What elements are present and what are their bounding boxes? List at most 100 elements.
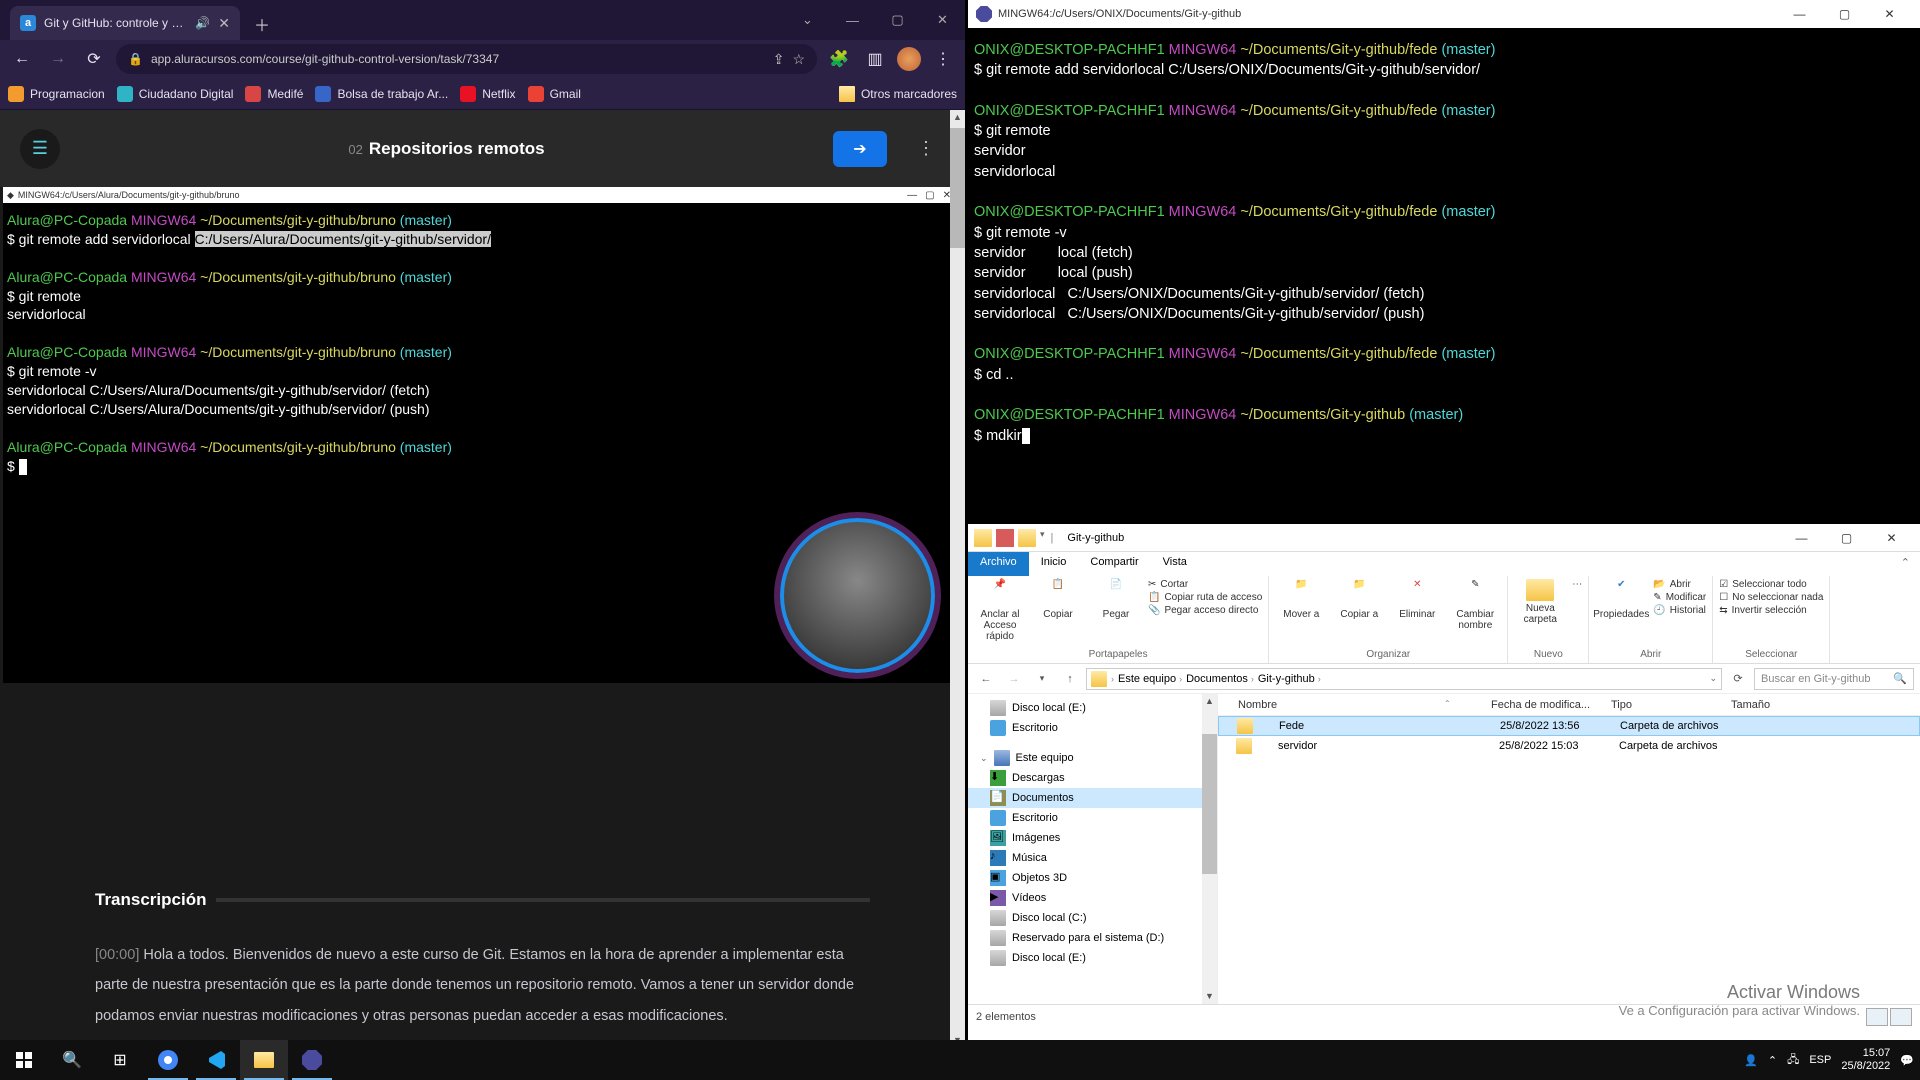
edit-button[interactable]: ✎Modificar xyxy=(1653,592,1706,603)
explorer-search[interactable]: Buscar en Git-y-github 🔍 xyxy=(1754,668,1914,690)
language-indicator[interactable]: ESP xyxy=(1809,1054,1831,1066)
path-bar[interactable]: › Este equipo› Documentos› Git-y-github›… xyxy=(1086,668,1722,690)
close-button[interactable]: ✕ xyxy=(1869,524,1914,552)
scrollbar-thumb[interactable] xyxy=(950,128,965,248)
clock[interactable]: 15:07 25/8/2022 xyxy=(1841,1047,1890,1073)
tree-scrollbar[interactable]: ▲ ▼ xyxy=(1202,694,1217,1004)
col-type[interactable]: Tipo xyxy=(1603,699,1723,711)
reload-button[interactable]: ⟳ xyxy=(80,45,108,73)
qat-dropdown-icon[interactable]: ▾ xyxy=(1040,529,1045,547)
mute-icon[interactable]: 🔊 xyxy=(195,16,210,30)
properties-icon[interactable] xyxy=(996,529,1014,547)
address-bar[interactable]: 🔒 app.aluracursos.com/course/git-github-… xyxy=(116,44,817,74)
close-button[interactable]: ✕ xyxy=(1867,0,1912,28)
tree-item-this-pc[interactable]: ⌄Este equipo xyxy=(968,748,1217,768)
explorer-taskbar-icon[interactable] xyxy=(240,1040,288,1080)
course-menu-button[interactable]: ☰ xyxy=(20,129,60,169)
tab-archivo[interactable]: Archivo xyxy=(968,552,1029,576)
share-icon[interactable]: ⇪ xyxy=(773,51,785,68)
tree-item-desktop2[interactable]: Escritorio xyxy=(968,808,1217,828)
tab-vista[interactable]: Vista xyxy=(1151,552,1199,576)
reading-list-icon[interactable]: ▥ xyxy=(861,45,889,73)
other-bookmarks[interactable]: Otros marcadores xyxy=(839,86,957,102)
forward-button[interactable]: → xyxy=(44,45,72,73)
profile-avatar[interactable] xyxy=(897,47,921,71)
tree-item-disk-e[interactable]: Disco local (E:) xyxy=(968,698,1217,718)
minimize-button[interactable]: ― xyxy=(1779,524,1824,552)
bookmark-gmail[interactable]: Gmail xyxy=(528,86,581,102)
delete-button[interactable]: ✕Eliminar xyxy=(1391,579,1443,620)
forward-button[interactable]: → xyxy=(1002,667,1026,691)
back-button[interactable]: ← xyxy=(8,45,36,73)
bookmark-ciudadano-digital[interactable]: Ciudadano Digital xyxy=(117,86,234,102)
path-segment[interactable]: Git-y-github› xyxy=(1258,673,1321,685)
pin-button[interactable]: 📌Anclar al Acceso rápido xyxy=(974,579,1026,642)
select-all-button[interactable]: ☑Seleccionar todo xyxy=(1719,579,1823,590)
move-to-button[interactable]: 📁Mover a xyxy=(1275,579,1327,620)
paste-button[interactable]: 📄Pegar xyxy=(1090,579,1142,620)
col-date[interactable]: Fecha de modifica... xyxy=(1483,699,1603,711)
close-button[interactable]: ✕ xyxy=(920,5,965,35)
col-size[interactable]: Tamaño xyxy=(1723,699,1803,711)
new-tab-button[interactable]: ＋ xyxy=(248,10,276,38)
scroll-up-icon[interactable]: ▲ xyxy=(950,110,965,125)
maximize-button[interactable]: ▢ xyxy=(1824,524,1869,552)
minimize-button[interactable]: ― xyxy=(830,5,875,35)
maximize-icon[interactable]: ▢ xyxy=(925,190,934,201)
star-icon[interactable]: ☆ xyxy=(792,51,805,68)
maximize-button[interactable]: ▢ xyxy=(875,5,920,35)
extensions-icon[interactable]: 🧩 xyxy=(825,45,853,73)
tree-item-documents[interactable]: 📄Documentos xyxy=(968,788,1217,808)
invert-selection-button[interactable]: ⇆Invertir selección xyxy=(1719,605,1823,616)
file-row-servidor[interactable]: servidor 25/8/2022 15:03 Carpeta de arch… xyxy=(1218,736,1920,756)
scroll-down-icon[interactable]: ▼ xyxy=(1202,989,1217,1004)
path-segment[interactable]: Este equipo› xyxy=(1118,673,1182,685)
back-button[interactable]: ← xyxy=(974,667,998,691)
column-headers[interactable]: Nombre ⌃ Fecha de modifica... Tipo Tamañ… xyxy=(1218,694,1920,716)
tree-item-desktop[interactable]: Escritorio xyxy=(968,718,1217,738)
system-tray[interactable]: 👤 ⌃ 🖧 ESP 15:07 25/8/2022 💬 xyxy=(1744,1047,1920,1073)
refresh-button[interactable]: ⟳ xyxy=(1726,667,1750,691)
path-dropdown-icon[interactable]: ⌄ xyxy=(1709,673,1717,684)
tree-item-videos[interactable]: ▶Vídeos xyxy=(968,888,1217,908)
tree-item-disk-d[interactable]: Reservado para el sistema (D:) xyxy=(968,928,1217,948)
icons-view-button[interactable] xyxy=(1890,1008,1912,1026)
select-none-button[interactable]: ☐No seleccionar nada xyxy=(1719,592,1823,603)
tree-item-3d[interactable]: ▣Objetos 3D xyxy=(968,868,1217,888)
copy-path-button[interactable]: 📋Copiar ruta de acceso xyxy=(1148,592,1262,603)
start-button[interactable] xyxy=(0,1040,48,1080)
menu-icon[interactable]: ⋮ xyxy=(929,45,957,73)
tree-item-disk-c[interactable]: Disco local (C:) xyxy=(968,908,1217,928)
minimize-button[interactable]: ― xyxy=(1777,0,1822,28)
video-area[interactable]: ◆ MINGW64:/c/Users/Alura/Documents/git-y… xyxy=(3,187,955,827)
paste-shortcut-button[interactable]: 📎Pegar acceso directo xyxy=(1148,605,1262,616)
properties-button[interactable]: ✔Propiedades xyxy=(1595,579,1647,620)
tree-item-music[interactable]: ♪Música xyxy=(968,848,1217,868)
more-menu-icon[interactable]: ⋮ xyxy=(907,138,945,159)
git-taskbar-icon[interactable] xyxy=(288,1040,336,1080)
copy-button[interactable]: 📋Copiar xyxy=(1032,579,1084,620)
details-view-button[interactable] xyxy=(1866,1008,1888,1026)
search-button[interactable]: 🔍 xyxy=(48,1040,96,1080)
bookmark-programacion[interactable]: Programacion xyxy=(8,86,105,102)
bookmark-medife[interactable]: Medifé xyxy=(245,86,303,102)
people-icon[interactable]: 👤 xyxy=(1744,1054,1758,1067)
file-row-fede[interactable]: Fede 25/8/2022 13:56 Carpeta de archivos xyxy=(1218,716,1920,736)
tree-item-disk-e2[interactable]: Disco local (E:) xyxy=(968,948,1217,968)
navigation-tree[interactable]: Disco local (E:) Escritorio ⌄Este equipo… xyxy=(968,694,1218,1004)
folder-icon[interactable] xyxy=(974,529,992,547)
tray-chevron-icon[interactable]: ⌃ xyxy=(1768,1054,1777,1067)
bookmark-netflix[interactable]: Netflix xyxy=(460,86,515,102)
tree-item-images[interactable]: 🖼Imágenes xyxy=(968,828,1217,848)
recent-dropdown-icon[interactable]: ▾ xyxy=(1030,667,1054,691)
task-view-button[interactable]: ⊞ xyxy=(96,1040,144,1080)
git-bash-titlebar[interactable]: MINGW64:/c/Users/ONIX/Documents/Git-y-gi… xyxy=(968,0,1920,28)
git-bash-body[interactable]: ONIX@DESKTOP-PACHHF1 MINGW64 ~/Documents… xyxy=(968,28,1920,458)
explorer-titlebar[interactable]: ▾ | Git-y-github ― ▢ ✕ xyxy=(968,524,1920,552)
up-button[interactable]: ↑ xyxy=(1058,667,1082,691)
network-icon[interactable]: 🖧 xyxy=(1787,1051,1799,1070)
copy-to-button[interactable]: 📁Copiar a xyxy=(1333,579,1385,620)
cut-button[interactable]: ✂Cortar xyxy=(1148,579,1262,590)
page-scrollbar[interactable]: ▲ ▼ xyxy=(950,110,965,1048)
new-folder-button[interactable]: Nueva carpeta xyxy=(1514,579,1566,625)
